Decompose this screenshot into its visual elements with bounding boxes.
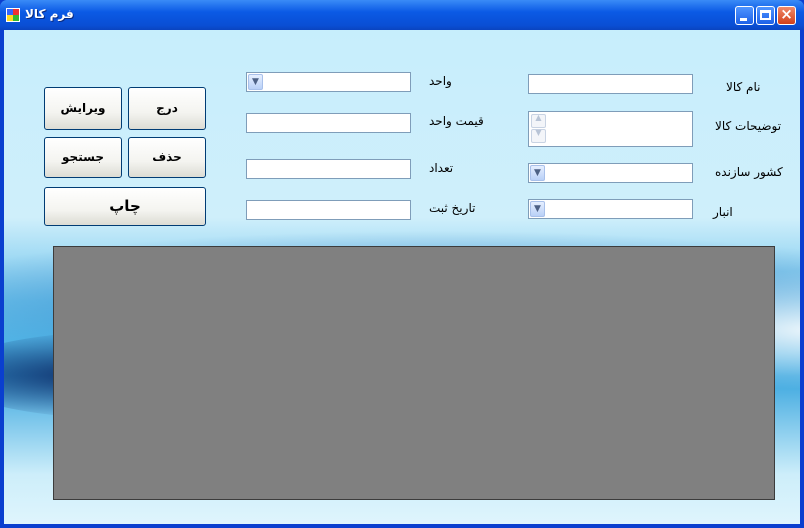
print-button[interactable]: چاپ <box>44 187 206 226</box>
unit-price-label: قیمت واحد <box>429 114 484 128</box>
unit-label: واحد <box>429 74 452 88</box>
unit-price-field[interactable] <box>246 113 411 133</box>
window-title: فرم کالا <box>25 7 74 21</box>
quantity-field[interactable] <box>246 159 411 179</box>
delete-button[interactable]: حذف <box>128 137 206 178</box>
dropdown-button[interactable]: ▼ <box>530 201 545 217</box>
chevron-down-icon: ▼ <box>252 77 259 87</box>
product-name-field[interactable] <box>528 74 693 94</box>
chevron-up-icon: ▲ <box>535 113 542 122</box>
maximize-icon <box>760 10 771 20</box>
product-name-label: نام کالا <box>726 80 761 94</box>
registration-date-label: تاریخ ثبت <box>429 201 476 215</box>
maximize-button[interactable] <box>756 6 775 25</box>
search-button[interactable]: جستجو <box>44 137 122 178</box>
dropdown-button[interactable]: ▼ <box>248 74 263 90</box>
close-button[interactable]: × <box>777 5 796 25</box>
products-data-grid[interactable] <box>53 246 775 500</box>
warehouse-combo[interactable]: ▼ <box>528 199 693 219</box>
insert-button[interactable]: درج <box>128 87 206 130</box>
form-client-area: نام کالا توضیحات کالا ▲ ▼ کشور سازنده ▼ … <box>4 30 800 524</box>
scroll-down-button[interactable]: ▼ <box>531 128 546 143</box>
description-field[interactable]: ▲ ▼ <box>528 111 693 147</box>
close-icon: × <box>780 5 793 23</box>
chevron-down-icon: ▼ <box>535 128 542 137</box>
chevron-down-icon: ▼ <box>534 204 541 214</box>
description-label: توضیحات کالا <box>715 119 782 133</box>
warehouse-label: انبار <box>713 205 733 219</box>
minimize-icon <box>740 18 747 21</box>
title-bar[interactable]: فرم کالا × <box>0 0 804 30</box>
scroll-up-button[interactable]: ▲ <box>531 113 546 128</box>
manufacturer-country-label: کشور سازنده <box>715 165 783 179</box>
manufacturer-country-combo[interactable]: ▼ <box>528 163 693 183</box>
app-window-icon[interactable] <box>6 8 20 22</box>
dropdown-button[interactable]: ▼ <box>530 165 545 181</box>
quantity-label: تعداد <box>429 161 454 175</box>
edit-button[interactable]: ویرایش <box>44 87 122 130</box>
minimize-button[interactable] <box>735 6 754 25</box>
unit-combo[interactable]: ▼ <box>246 72 411 92</box>
registration-date-field[interactable] <box>246 200 411 220</box>
form-window: فرم کالا × نام کالا توضیحات کالا ▲ ▼ کشو… <box>0 0 804 528</box>
chevron-down-icon: ▼ <box>534 168 541 178</box>
